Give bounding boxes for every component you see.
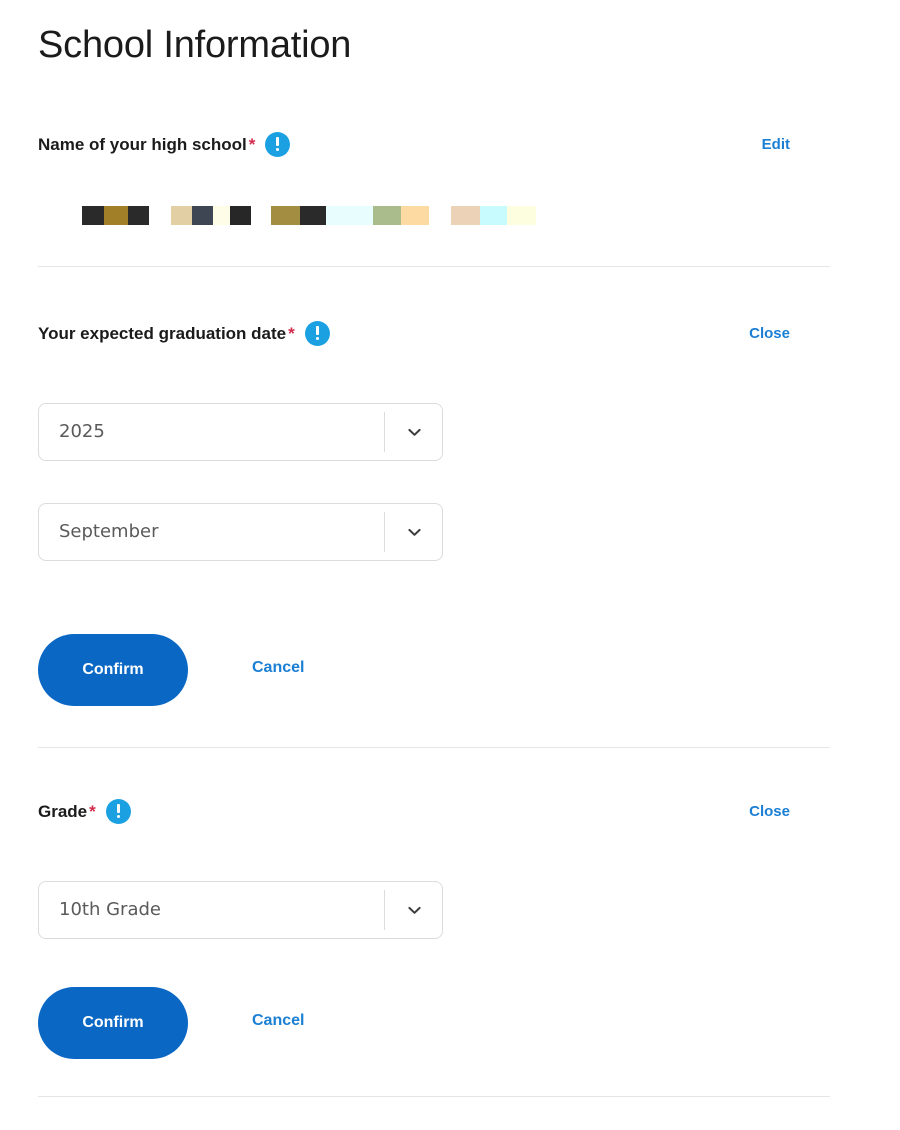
- redaction-block: [128, 206, 149, 225]
- field-label-graduation-date-text: Your expected graduation date: [38, 324, 287, 343]
- field-label-grade: Grade *: [38, 799, 131, 826]
- redaction-block: [82, 206, 104, 225]
- close-link-grade[interactable]: Close: [749, 799, 790, 825]
- redaction-block: [251, 206, 271, 225]
- section-graduation-date: Your expected graduation date * Close: [0, 321, 900, 347]
- info-exclamation-icon[interactable]: [105, 799, 131, 825]
- chevron-down-icon: [407, 525, 422, 540]
- required-asterisk: *: [248, 135, 256, 154]
- select-separator: [384, 890, 385, 930]
- page-title: School Information: [38, 24, 352, 66]
- section-school-name: Name of your high school * Edit: [0, 132, 900, 158]
- divider-2: [38, 747, 830, 748]
- info-exclamation-icon[interactable]: [304, 321, 330, 347]
- required-asterisk: *: [89, 802, 96, 821]
- field-label-graduation-date: Your expected graduation date *: [38, 321, 330, 348]
- redaction-block: [213, 206, 230, 225]
- grade-value: 10th Grade: [59, 899, 161, 920]
- redaction-block: [192, 206, 213, 225]
- field-header-school-name: Name of your high school * Edit: [0, 132, 900, 158]
- redacted-school-name: [82, 206, 536, 225]
- field-header-graduation-date: Your expected graduation date * Close: [0, 321, 900, 347]
- redaction-block: [507, 206, 536, 225]
- close-link-graduation-date[interactable]: Close: [749, 321, 790, 347]
- cancel-button-graduation-date[interactable]: Cancel: [252, 659, 304, 677]
- redaction-block: [300, 206, 326, 225]
- confirm-button-grade[interactable]: Confirm: [38, 987, 188, 1059]
- redaction-block: [171, 206, 192, 225]
- redaction-block: [149, 206, 171, 225]
- edit-link-school-name[interactable]: Edit: [762, 132, 790, 158]
- select-separator: [384, 512, 385, 552]
- cancel-button-grade[interactable]: Cancel: [252, 1012, 304, 1030]
- graduation-year-select[interactable]: 2025: [38, 403, 443, 461]
- redaction-block: [104, 206, 128, 225]
- confirm-button-graduation-date[interactable]: Confirm: [38, 634, 188, 706]
- school-information-page: School Information Name of your high sch…: [0, 0, 900, 1130]
- redaction-block: [429, 206, 451, 225]
- redaction-block: [230, 206, 251, 225]
- redaction-block: [480, 206, 507, 225]
- redaction-block: [326, 206, 373, 225]
- graduation-month-select[interactable]: September: [38, 503, 443, 561]
- info-exclamation-icon[interactable]: [265, 132, 291, 158]
- field-label-school-name-text: Name of your high school: [38, 135, 247, 154]
- select-separator: [384, 412, 385, 452]
- chevron-down-icon: [407, 903, 422, 918]
- field-label-school-name: Name of your high school *: [38, 132, 291, 159]
- divider-3: [38, 1096, 830, 1097]
- section-grade: Grade * Close: [0, 799, 900, 825]
- redaction-block: [401, 206, 429, 225]
- graduation-year-value: 2025: [59, 421, 105, 442]
- redaction-block: [451, 206, 480, 225]
- redaction-block: [373, 206, 401, 225]
- field-header-grade: Grade * Close: [0, 799, 900, 825]
- redaction-block: [271, 206, 300, 225]
- graduation-month-value: September: [59, 521, 159, 542]
- grade-select[interactable]: 10th Grade: [38, 881, 443, 939]
- chevron-down-icon: [407, 425, 422, 440]
- field-label-grade-text: Grade: [38, 802, 88, 821]
- divider-1: [38, 266, 830, 267]
- required-asterisk: *: [288, 324, 295, 343]
